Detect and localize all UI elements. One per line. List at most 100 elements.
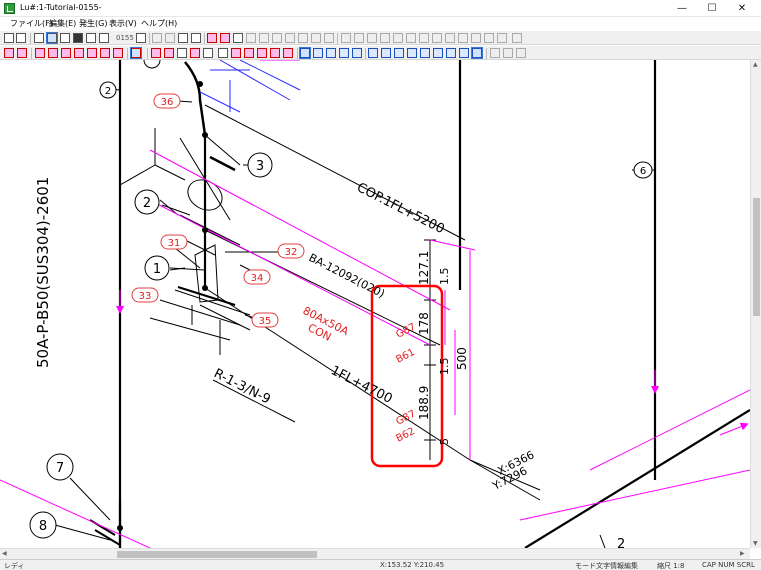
- mesh-icon[interactable]: [516, 48, 526, 58]
- reference-label: R-1-3/N-9: [211, 366, 273, 407]
- minimize-button[interactable]: —: [667, 0, 697, 17]
- horizontal-scrollbar[interactable]: ◀ ▶: [0, 548, 750, 559]
- red-tool2-icon[interactable]: [244, 48, 254, 58]
- redo-icon[interactable]: [165, 33, 175, 43]
- pointer-icon[interactable]: [130, 47, 142, 59]
- draw-polyline-icon[interactable]: [17, 48, 27, 58]
- zoom-window-icon[interactable]: [298, 33, 308, 43]
- box-icon[interactable]: [433, 48, 443, 58]
- grid-icon[interactable]: [73, 33, 83, 43]
- circle-tool-icon[interactable]: [48, 48, 58, 58]
- maximize-button[interactable]: ☐: [697, 0, 727, 17]
- filter10-icon[interactable]: [458, 33, 468, 43]
- move-icon[interactable]: [34, 33, 44, 43]
- red-tool1-icon[interactable]: [231, 48, 241, 58]
- pipe-spec-label: 50A-P-B50(SUS304)-2601: [34, 177, 52, 368]
- select-icon[interactable]: [46, 32, 58, 44]
- dim-1-5-b-label: 1.5: [438, 358, 451, 376]
- red-tool3-icon[interactable]: [257, 48, 267, 58]
- fit2-icon[interactable]: [259, 33, 269, 43]
- zoom-in-icon[interactable]: [272, 33, 282, 43]
- filter9-icon[interactable]: [445, 33, 455, 43]
- move-point-icon[interactable]: [191, 33, 201, 43]
- undo-icon[interactable]: [152, 33, 162, 43]
- loop-icon[interactable]: [151, 48, 161, 58]
- vline-icon[interactable]: [503, 48, 513, 58]
- rotate-icon[interactable]: [61, 48, 71, 58]
- find-icon[interactable]: [190, 48, 200, 58]
- rect3-icon[interactable]: [100, 48, 110, 58]
- filter3-icon[interactable]: [367, 33, 377, 43]
- color-c-icon[interactable]: [368, 48, 378, 58]
- page-icon[interactable]: [136, 33, 146, 43]
- arc-icon[interactable]: [35, 48, 45, 58]
- zoom-out-icon[interactable]: [285, 33, 295, 43]
- draw-line-icon[interactable]: [4, 48, 14, 58]
- menu-edit[interactable]: 編集(E): [49, 18, 76, 29]
- angle-icon[interactable]: [459, 48, 469, 58]
- text-tool-icon[interactable]: [207, 33, 217, 43]
- filter-icon[interactable]: [341, 33, 351, 43]
- scroll-up-icon[interactable]: ▲: [753, 61, 758, 68]
- horizontal-scroll-thumb[interactable]: [117, 551, 317, 558]
- red-tool5-icon[interactable]: [283, 48, 293, 58]
- filter11-icon[interactable]: [471, 33, 481, 43]
- pan-icon[interactable]: [311, 33, 321, 43]
- red-tool4-icon[interactable]: [270, 48, 280, 58]
- blue-tool3-icon[interactable]: [326, 48, 336, 58]
- curve-icon[interactable]: [407, 48, 417, 58]
- color-c2-icon[interactable]: [381, 48, 391, 58]
- printer2-icon[interactable]: [218, 48, 228, 58]
- hline-icon[interactable]: [490, 48, 500, 58]
- table-icon[interactable]: [420, 48, 430, 58]
- square-icon[interactable]: [394, 48, 404, 58]
- layers-icon[interactable]: [60, 33, 70, 43]
- vertical-scroll-thumb[interactable]: [753, 198, 760, 316]
- filter7-icon[interactable]: [419, 33, 429, 43]
- rect4-icon[interactable]: [113, 48, 123, 58]
- save-icon[interactable]: [4, 33, 14, 43]
- eye-icon[interactable]: [177, 48, 187, 58]
- toolbar-draw: [0, 45, 761, 60]
- scroll-down-icon[interactable]: ▼: [753, 540, 758, 547]
- menu-file[interactable]: ファイル(F): [10, 18, 53, 29]
- print-icon[interactable]: [16, 33, 26, 43]
- next-icon[interactable]: [99, 33, 109, 43]
- blue-tool1-icon[interactable]: [299, 47, 311, 59]
- scroll-right-icon[interactable]: ▶: [740, 550, 745, 557]
- blue-tool5-icon[interactable]: [352, 48, 362, 58]
- filter5-icon[interactable]: [393, 33, 403, 43]
- filter12-icon[interactable]: [484, 33, 494, 43]
- zoom-icon[interactable]: [203, 48, 213, 58]
- vertical-scrollbar[interactable]: ▲ ▼: [750, 60, 761, 548]
- scroll-left-icon[interactable]: ◀: [2, 550, 7, 557]
- filter13-icon[interactable]: [497, 33, 507, 43]
- settings-icon[interactable]: [512, 33, 522, 43]
- drawing-canvas[interactable]: 2 3 2 1 6 7 8 36 31 32 34 33 35 50A-P-B5…: [0, 60, 750, 548]
- menu-generate[interactable]: 発生(G): [79, 18, 107, 29]
- dimension-tool-icon[interactable]: [220, 33, 230, 43]
- blue-tool2-icon[interactable]: [313, 48, 323, 58]
- loop2-icon[interactable]: [164, 48, 174, 58]
- delete-icon[interactable]: [178, 33, 188, 43]
- tool-active-icon[interactable]: [471, 47, 483, 59]
- filter8-icon[interactable]: [432, 33, 442, 43]
- dim-188-label: 188.9: [417, 386, 431, 420]
- ba-number-label: BA-12092(020): [307, 251, 387, 300]
- dim-1-5-a-label: 1.5: [438, 268, 451, 286]
- symbol-icon[interactable]: [233, 33, 243, 43]
- blue-tool4-icon[interactable]: [339, 48, 349, 58]
- rect2-icon[interactable]: [87, 48, 97, 58]
- close-button[interactable]: ✕: [727, 0, 757, 17]
- rotate-blue-icon[interactable]: [446, 48, 456, 58]
- fit-icon[interactable]: [246, 33, 256, 43]
- filter2-icon[interactable]: [354, 33, 364, 43]
- prev-icon[interactable]: [86, 33, 96, 43]
- menu-help[interactable]: ヘルプ(H): [141, 18, 177, 29]
- filter4-icon[interactable]: [380, 33, 390, 43]
- status-scale: 縮尺 1:8: [657, 562, 685, 570]
- rect-icon[interactable]: [74, 48, 84, 58]
- menu-view[interactable]: 表示(V): [109, 18, 137, 29]
- redraw-icon[interactable]: [324, 33, 334, 43]
- filter6-icon[interactable]: [406, 33, 416, 43]
